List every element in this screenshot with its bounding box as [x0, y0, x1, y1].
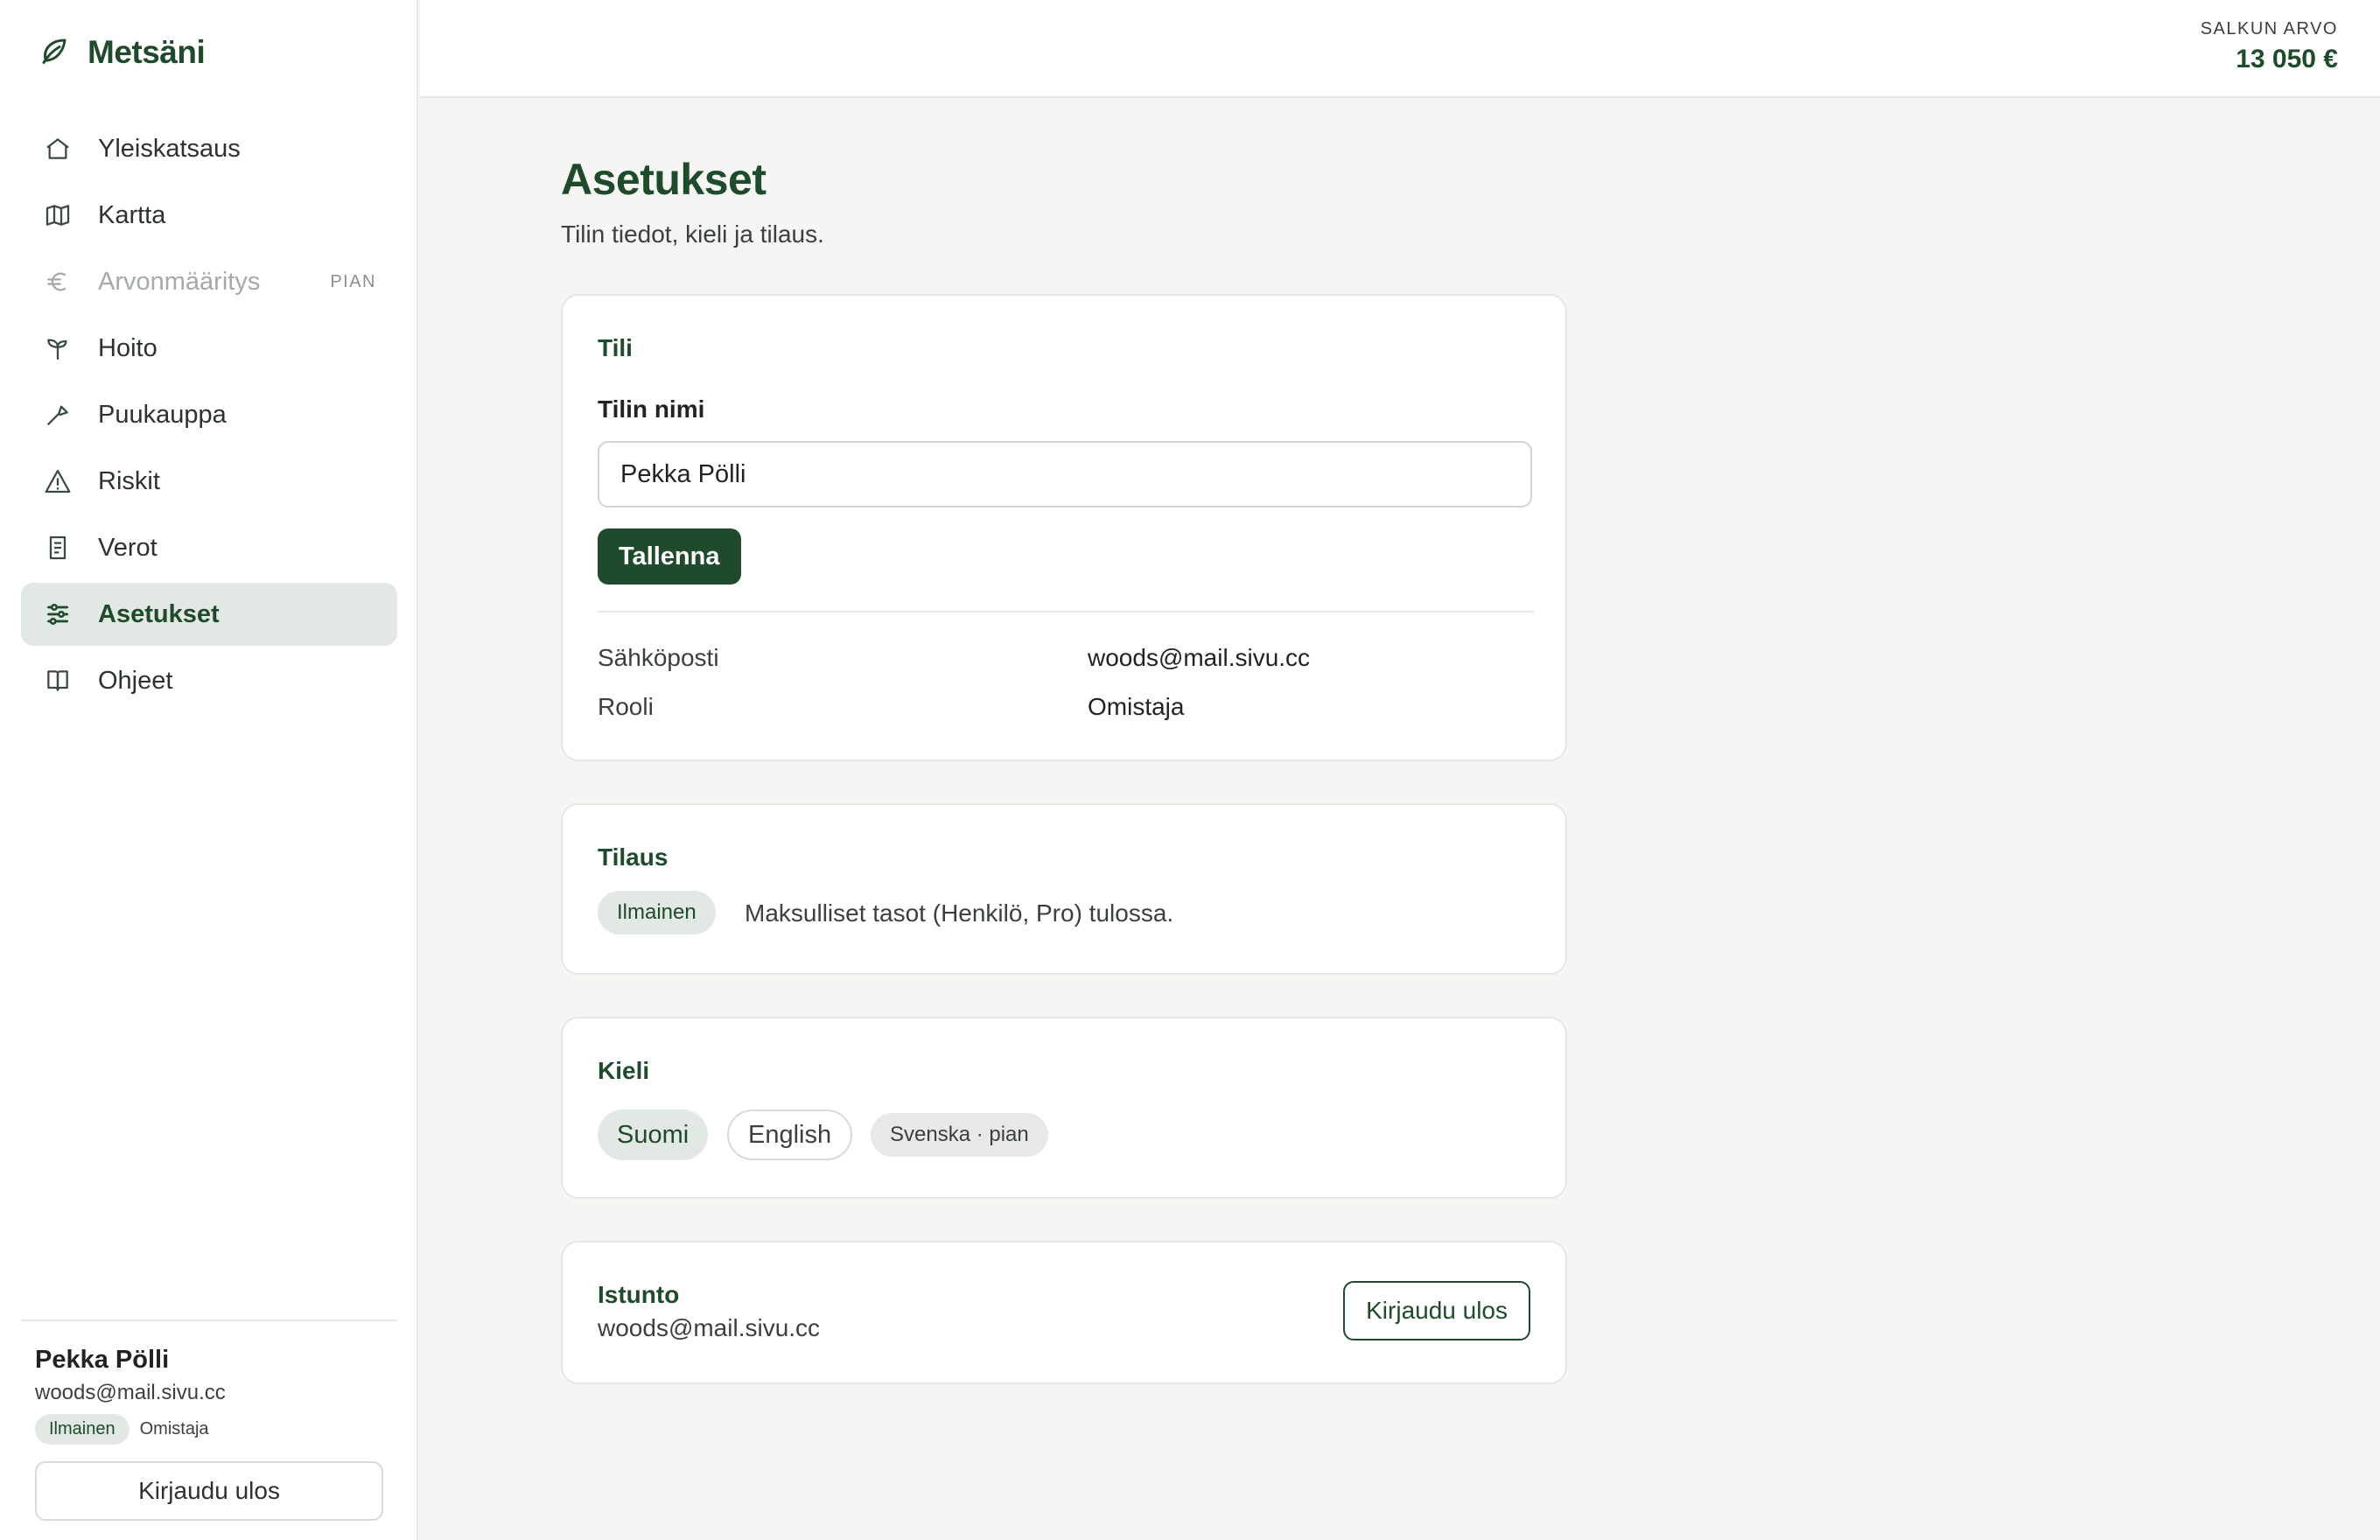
language-option-english[interactable]: English: [727, 1110, 853, 1160]
receipt-icon: [42, 532, 74, 564]
language-option-suomi[interactable]: Suomi: [598, 1110, 709, 1160]
account-name-label: Tilin nimi: [598, 396, 705, 423]
user-name: Pekka Pölli: [35, 1346, 170, 1374]
subscription-card: Tilaus Ilmainen Maksulliset tasot (Henki…: [561, 803, 1567, 975]
role-value: Omistaja: [1088, 693, 1185, 720]
plan-badge: Ilmainen: [598, 891, 716, 934]
sidebar-item-verot[interactable]: Verot: [21, 516, 397, 579]
language-option-svenska: Svenska · pian: [871, 1113, 1048, 1157]
axe-icon: [42, 399, 74, 430]
sliders-icon: [42, 598, 74, 630]
sidebar-item-label: Yleiskatsaus: [98, 134, 241, 163]
sidebar-item-asetukset[interactable]: Asetukset: [21, 583, 397, 646]
top-bar: SALKUN ARVO 13 050 €: [420, 0, 2380, 98]
language-card: Kieli Suomi English Svenska · pian: [561, 1017, 1567, 1199]
sidebar-item-ohjeet[interactable]: Ohjeet: [21, 649, 397, 712]
role-label: Omistaja: [139, 1419, 209, 1438]
leaf-icon: [38, 35, 70, 71]
sidebar-item-puukauppa[interactable]: Puukauppa: [21, 383, 397, 446]
session-email: woods@mail.sivu.cc: [598, 1314, 821, 1341]
sidebar-nav: Yleiskatsaus Kartta Arvonmääritys PIAN H…: [21, 117, 397, 716]
subscription-card-title: Tilaus: [598, 844, 668, 871]
book-icon: [42, 665, 74, 696]
sidebar-item-label: Asetukset: [98, 599, 220, 628]
sidebar-item-label: Verot: [98, 533, 158, 562]
account-card: Tili Tilin nimi Tallenna Sähköposti wood…: [561, 294, 1567, 761]
language-card-title: Kieli: [598, 1057, 650, 1084]
sidebar-item-hoito[interactable]: Hoito: [21, 317, 397, 380]
email-key: Sähköposti: [598, 644, 719, 671]
subscription-note: Maksulliset tasot (Henkilö, Pro) tulossa…: [745, 900, 1174, 927]
portfolio-value-widget: SALKUN ARVO 13 050 €: [2201, 19, 2338, 74]
sidebar-item-label: Ohjeet: [98, 666, 173, 695]
account-card-title: Tili: [598, 334, 633, 361]
divider: [598, 611, 1534, 612]
page-title: Asetukset: [561, 155, 766, 204]
home-icon: [42, 133, 74, 164]
portfolio-label: SALKUN ARVO: [2200, 19, 2338, 38]
user-panel: Pekka Pölli woods@mail.sivu.cc Ilmainen …: [21, 1320, 397, 1521]
plan-badge: Ilmainen: [35, 1414, 130, 1445]
sidebar: Metsäni Yleiskatsaus Kartta Arvonmäärity…: [0, 0, 418, 1540]
sidebar-item-label: Hoito: [98, 333, 158, 362]
page-subtitle: Tilin tiedot, kieli ja tilaus.: [561, 220, 824, 248]
euro-icon: [42, 266, 74, 298]
sidebar-item-label: Arvonmääritys: [98, 267, 261, 296]
user-badges: Ilmainen Omistaja: [35, 1414, 209, 1445]
logout-button[interactable]: Kirjaudu ulos: [1343, 1281, 1530, 1340]
coming-soon-badge: PIAN: [330, 272, 376, 291]
sidebar-item-kartta[interactable]: Kartta: [21, 184, 397, 247]
sidebar-item-riskit[interactable]: Riskit: [21, 450, 397, 513]
session-card-title: Istunto: [598, 1281, 680, 1308]
sidebar-logout-button[interactable]: Kirjaudu ulos: [35, 1461, 383, 1521]
sidebar-item-label: Riskit: [98, 466, 160, 495]
account-name-input[interactable]: [598, 441, 1532, 508]
warning-icon: [42, 466, 74, 497]
email-value: woods@mail.sivu.cc: [1088, 644, 1311, 671]
sidebar-item-arvonmaaritys: Arvonmääritys PIAN: [21, 250, 397, 313]
user-email: woods@mail.sivu.cc: [35, 1381, 226, 1404]
brand[interactable]: Metsäni: [38, 32, 206, 74]
sprout-icon: [42, 332, 74, 364]
map-icon: [42, 200, 74, 231]
save-button[interactable]: Tallenna: [598, 528, 741, 584]
role-key: Rooli: [598, 693, 654, 720]
sidebar-item-yleiskatsaus[interactable]: Yleiskatsaus: [21, 117, 397, 180]
session-card: Istunto woods@mail.sivu.cc Kirjaudu ulos: [561, 1241, 1567, 1384]
portfolio-value: 13 050 €: [2236, 45, 2338, 74]
sidebar-item-label: Puukauppa: [98, 400, 227, 429]
sidebar-item-label: Kartta: [98, 200, 166, 229]
app-name: Metsäni: [88, 34, 206, 70]
